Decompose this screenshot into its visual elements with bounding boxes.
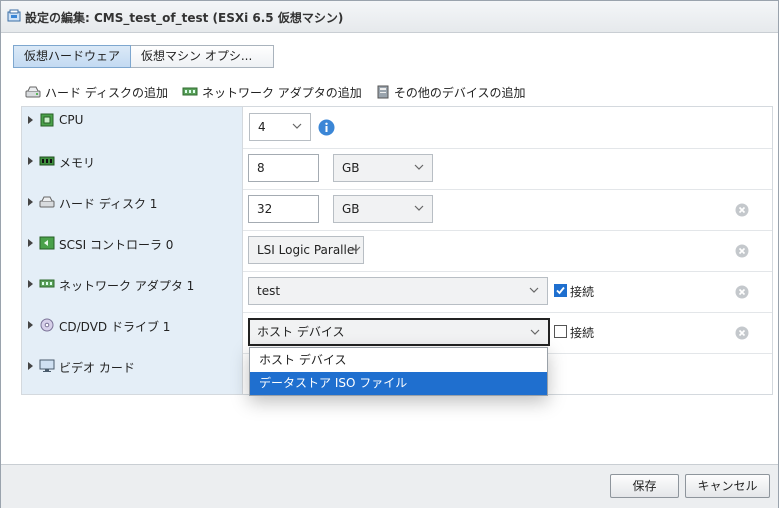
- select-value: ホスト デバイス: [257, 325, 345, 339]
- cd-dvd-connect-checkbox[interactable]: [554, 325, 567, 338]
- cd-dvd-type-dropdown: ホスト デバイス データストア ISO ファイル: [249, 347, 548, 396]
- dialog-footer: 保存 キャンセル: [1, 464, 778, 508]
- hard-disk-icon: [25, 86, 41, 98]
- device-label: ハード ディスク 1: [59, 197, 158, 211]
- chevron-down-icon: [351, 246, 361, 252]
- add-network-adapter-button[interactable]: ネットワーク アダプタの追加: [182, 83, 362, 101]
- add-other-device-label: その他のデバイスの追加: [393, 85, 526, 100]
- select-value: GB: [342, 161, 360, 175]
- remove-icon[interactable]: [735, 244, 749, 258]
- info-icon[interactable]: [318, 119, 335, 136]
- device-row-hard-disk-1: ハード ディスク 1 GB: [22, 189, 772, 231]
- dropdown-option-host-device[interactable]: ホスト デバイス: [250, 349, 547, 372]
- memory-unit-select[interactable]: GB: [333, 154, 433, 182]
- select-value: GB: [342, 202, 360, 216]
- checkmark-icon: [556, 286, 565, 295]
- device-label: ネットワーク アダプタ 1: [59, 279, 195, 293]
- expand-arrow-icon[interactable]: [28, 116, 33, 124]
- network-select[interactable]: test: [248, 277, 548, 305]
- network-connect-checkbox[interactable]: [554, 284, 567, 297]
- network-adapter-icon: [182, 87, 198, 96]
- network-connect-label: 接続: [570, 285, 595, 299]
- device-label-cell[interactable]: ネットワーク アダプタ 1: [22, 271, 243, 312]
- memory-size-input[interactable]: [248, 154, 319, 182]
- device-label: CD/DVD ドライブ 1: [59, 320, 171, 334]
- expand-arrow-icon[interactable]: [28, 362, 33, 370]
- other-device-icon: [377, 85, 389, 99]
- device-label-cell[interactable]: メモリ: [22, 148, 243, 189]
- network-adapter-icon: [39, 279, 55, 288]
- add-hard-disk-button[interactable]: ハード ディスクの追加: [25, 83, 168, 101]
- device-row-network-adapter-1: ネットワーク アダプタ 1 test 接続: [22, 271, 772, 313]
- memory-icon: [39, 156, 55, 166]
- tab-bar: 仮想ハードウェア 仮想マシン オプシ...: [13, 45, 275, 68]
- add-hard-disk-label: ハード ディスクの追加: [45, 85, 168, 100]
- remove-icon[interactable]: [735, 285, 749, 299]
- vm-settings-icon: [7, 9, 21, 22]
- add-network-adapter-label: ネットワーク アダプタの追加: [201, 85, 362, 100]
- cd-dvd-icon: [40, 318, 54, 332]
- device-label: SCSI コントローラ 0: [59, 238, 174, 252]
- select-value: 4: [258, 120, 266, 134]
- dropdown-option-datastore-iso[interactable]: データストア ISO ファイル: [250, 372, 547, 395]
- select-value: LSI Logic Parallel: [257, 243, 358, 257]
- hard-disk-icon: [39, 196, 55, 208]
- chevron-down-icon: [529, 287, 539, 293]
- remove-icon[interactable]: [735, 326, 749, 340]
- title-bar: 設定の編集: CMS_test_of_test (ESXi 6.5 仮想マシン): [1, 1, 778, 33]
- add-other-device-button[interactable]: その他のデバイスの追加: [376, 83, 526, 101]
- scsi-type-select[interactable]: LSI Logic Parallel: [248, 236, 364, 264]
- save-button[interactable]: 保存: [610, 474, 679, 498]
- hard-disk-size-input[interactable]: [248, 195, 319, 223]
- tab-vm-options[interactable]: 仮想マシン オプシ...: [131, 45, 275, 68]
- device-label-cell[interactable]: ハード ディスク 1: [22, 189, 243, 230]
- video-card-icon: [39, 359, 55, 372]
- expand-arrow-icon[interactable]: [28, 239, 33, 247]
- chevron-down-icon: [414, 205, 424, 211]
- add-device-toolbar: ハード ディスクの追加 ネットワーク アダプタの追加 その他のデバイスの追加: [25, 83, 525, 101]
- hard-disk-unit-select[interactable]: GB: [333, 195, 433, 223]
- device-row-memory: メモリ GB: [22, 148, 772, 190]
- chevron-down-icon: [414, 164, 424, 170]
- remove-icon[interactable]: [735, 203, 749, 217]
- device-label-cell[interactable]: CPU: [22, 107, 243, 148]
- cd-dvd-connect-label: 接続: [570, 326, 595, 340]
- device-row-scsi-controller: SCSI コントローラ 0 LSI Logic Parallel: [22, 230, 772, 272]
- scsi-controller-icon: [39, 236, 55, 250]
- expand-arrow-icon[interactable]: [28, 157, 33, 165]
- device-label: メモリ: [59, 156, 96, 170]
- cd-dvd-type-select[interactable]: ホスト デバイス: [248, 318, 550, 346]
- expand-arrow-icon[interactable]: [28, 321, 33, 329]
- expand-arrow-icon[interactable]: [28, 198, 33, 206]
- cpu-count-select[interactable]: 4: [249, 113, 311, 141]
- device-label: CPU: [59, 113, 84, 127]
- edit-settings-dialog: 設定の編集: CMS_test_of_test (ESXi 6.5 仮想マシン)…: [0, 0, 779, 508]
- cpu-icon: [40, 113, 54, 127]
- device-row-cpu: CPU 4: [22, 107, 772, 149]
- chevron-down-icon: [292, 123, 302, 129]
- cancel-button[interactable]: キャンセル: [685, 474, 770, 498]
- device-label: ビデオ カード: [59, 361, 135, 375]
- tab-virtual-hardware[interactable]: 仮想ハードウェア: [13, 45, 132, 68]
- select-value: test: [257, 284, 281, 298]
- expand-arrow-icon[interactable]: [28, 280, 33, 288]
- device-label-cell[interactable]: CD/DVD ドライブ 1: [22, 312, 243, 353]
- chevron-down-icon: [530, 329, 540, 335]
- dialog-title: 設定の編集: CMS_test_of_test (ESXi 6.5 仮想マシン): [25, 11, 344, 25]
- device-label-cell[interactable]: ビデオ カード: [22, 353, 243, 394]
- device-label-cell[interactable]: SCSI コントローラ 0: [22, 230, 243, 271]
